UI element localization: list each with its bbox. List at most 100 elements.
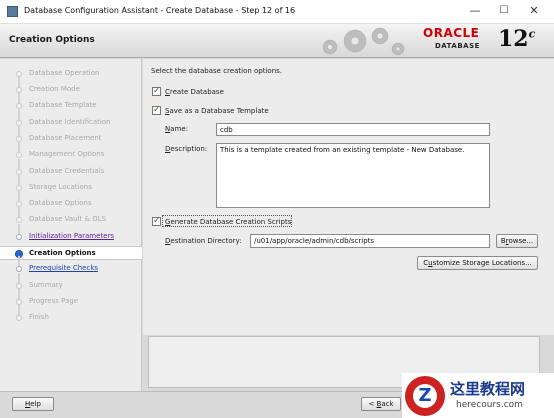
step-connector [18, 175, 20, 185]
step-database-credentials: Database Credentials [0, 159, 142, 179]
step-connector [18, 305, 20, 315]
step-dot [16, 266, 22, 272]
step-label: Database Credentials [29, 167, 105, 175]
chevron-left-icon: < [368, 400, 377, 408]
step-label: Database Placement [29, 134, 102, 142]
create-database-label[interactable]: Create Database [165, 88, 224, 96]
step-database-options: Database Options [0, 191, 142, 211]
step-connector [18, 77, 20, 87]
watermark-url: herecours.com [456, 400, 523, 410]
step-label: Storage Locations [29, 183, 92, 191]
step-dot [16, 103, 22, 109]
step-database-template: Database Template [0, 93, 142, 113]
step-connector [18, 142, 20, 152]
window-title: Database Configuration Assistant - Creat… [24, 6, 296, 15]
version-badge: 12c [498, 26, 535, 52]
step-connector [18, 126, 20, 136]
main-content: Select the database creation options. ✓ … [143, 59, 554, 335]
steps-sidebar: Database Operation Creation Mode Databas… [0, 59, 142, 391]
generate-scripts-label[interactable]: Generate Database Creation Scripts [165, 218, 291, 226]
step-connector [18, 224, 20, 234]
step-dot [16, 217, 22, 223]
step-connector [18, 191, 20, 201]
step-label: Management Options [29, 150, 105, 158]
step-label: Database Template [29, 101, 97, 109]
save-template-checkbox[interactable]: ✓ [152, 105, 161, 115]
step-label[interactable]: Initialization Parameters [29, 232, 114, 240]
destination-directory-label: Destination Directory: [165, 237, 242, 245]
create-database-checkbox[interactable]: ✓ [152, 86, 161, 96]
customize-storage-locations-button[interactable]: Customize Storage Locations... [417, 256, 538, 270]
step-dot [16, 234, 22, 240]
step-label: Database Vault & OLS [29, 215, 107, 223]
version-suffix: c [528, 27, 536, 41]
label-text: stomize Storage Locations... [432, 259, 532, 267]
description-label: Description: [165, 145, 207, 153]
step-label: Creation Options [29, 249, 96, 257]
header-banner: Creation Options ORACLE DATABASE 12c [0, 24, 554, 58]
step-label: Progress Page [29, 297, 79, 305]
instruction-text: Select the database creation options. [151, 67, 283, 75]
label-text: ame: [170, 125, 189, 133]
label-text: escription: [170, 145, 208, 153]
page-title: Creation Options [9, 35, 95, 45]
step-label: Database Options [29, 199, 92, 207]
step-label: Summary [29, 281, 63, 289]
close-button[interactable]: ✕ [526, 4, 542, 18]
step-creation-mode: Creation Mode [0, 77, 142, 97]
label-text: elp [30, 400, 41, 408]
step-progress-page: Progress Page [0, 289, 142, 309]
app-icon [7, 6, 18, 17]
step-initialization-parameters[interactable]: Initialization Parameters [0, 224, 142, 244]
template-name-input[interactable]: cdb [216, 123, 490, 136]
oracle-logo: ORACLE DATABASE [423, 26, 493, 56]
check-icon: ✓ [153, 216, 161, 226]
watermark: Z 这里教程网 herecours.com [402, 373, 554, 418]
step-database-vault-ols: Database Vault & OLS [0, 207, 142, 227]
name-label: Name: [165, 125, 188, 133]
label-text: ave as a Database Template [169, 107, 269, 115]
gears-graphic [322, 27, 405, 56]
destination-directory-input[interactable]: /u01/app/oracle/admin/cdb/scripts [250, 234, 490, 248]
step-database-operation: Database Operation [0, 67, 142, 81]
step-prerequisite-checks[interactable]: Prerequisite Checks [0, 256, 142, 276]
step-connector [18, 110, 20, 120]
step-connector [18, 289, 20, 299]
back-button[interactable]: < Back [361, 397, 401, 411]
check-icon: ✓ [153, 105, 161, 115]
step-summary: Summary [0, 273, 142, 293]
step-creation-options: Creation Options [0, 246, 142, 260]
minimize-button[interactable]: — [467, 4, 483, 18]
step-dot [16, 315, 22, 321]
step-storage-locations: Storage Locations [0, 175, 142, 195]
help-button[interactable]: Help [12, 397, 54, 411]
step-database-identification: Database Identification [0, 110, 142, 130]
title-bar: Database Configuration Assistant - Creat… [0, 0, 554, 24]
watermark-logo-letter: Z [413, 384, 437, 408]
step-label[interactable]: Prerequisite Checks [29, 264, 98, 272]
step-database-placement: Database Placement [0, 126, 142, 146]
save-template-label[interactable]: Save as a Database Template [165, 107, 269, 115]
maximize-button[interactable]: ☐ [496, 4, 512, 18]
step-connector [18, 256, 20, 266]
step-connector [18, 159, 20, 169]
watermark-logo-icon: Z [405, 376, 445, 416]
oracle-brand-sub: DATABASE [435, 42, 480, 50]
check-icon: ✓ [153, 86, 161, 96]
label-text: owse... [508, 237, 534, 245]
version-number: 12 [498, 26, 529, 52]
browse-button[interactable]: Browse... [496, 234, 538, 248]
watermark-text: 这里教程网 [450, 380, 526, 398]
step-connector [18, 93, 20, 103]
label-text: enerate Database Creation Scripts [170, 218, 292, 226]
oracle-brand: ORACLE [423, 26, 480, 40]
label-text: reate Database [169, 88, 224, 96]
step-connector [18, 207, 20, 217]
step-label: Database Operation [29, 69, 100, 77]
step-finish: Finish [0, 305, 142, 325]
template-description-textarea[interactable]: This is a template created from an exist… [216, 143, 490, 208]
generate-scripts-checkbox[interactable]: ✓ [152, 216, 161, 226]
step-label: Creation Mode [29, 85, 80, 93]
step-dot [16, 152, 22, 158]
label-text: estination Directory: [170, 237, 242, 245]
